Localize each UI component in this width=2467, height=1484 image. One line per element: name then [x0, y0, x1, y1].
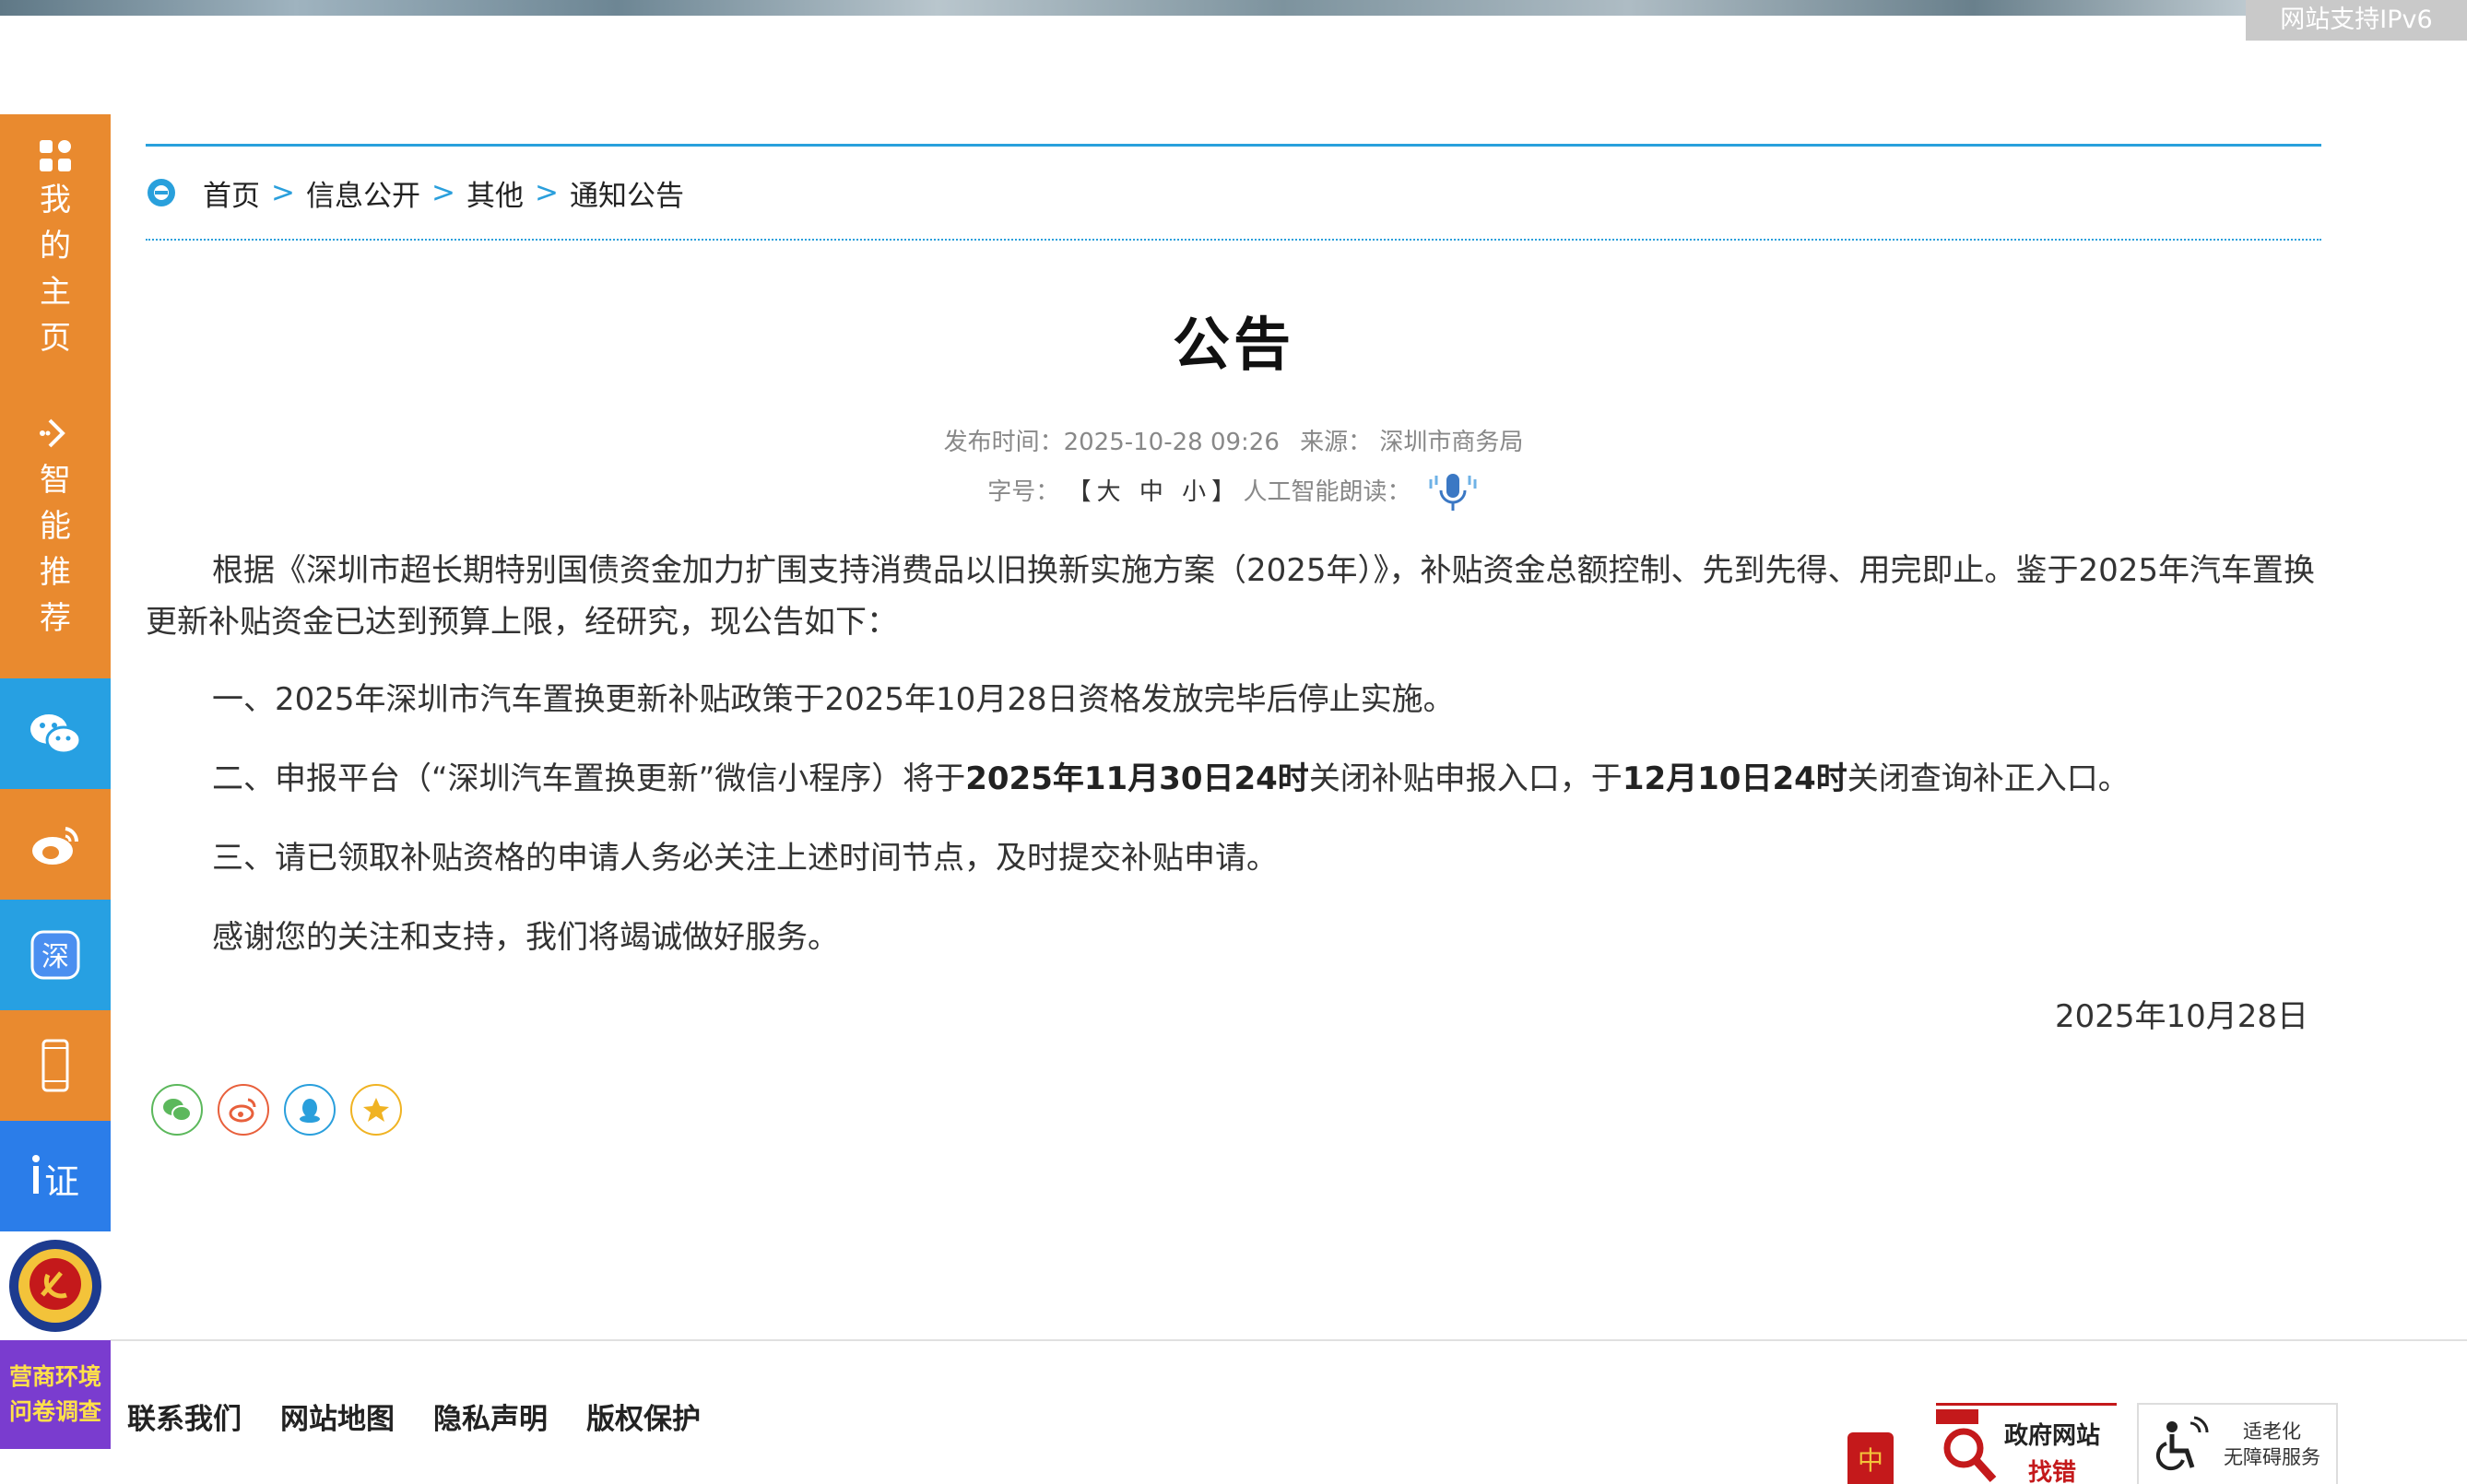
main-content: 首页 > 信息公开 > 其他 > 通知公告 公告 发布时间：2025-10-28… — [146, 144, 2321, 1136]
share-qq-button[interactable] — [284, 1084, 336, 1136]
gov-site-label: 政府网站 — [2004, 1422, 2101, 1450]
breadcrumb-info-public[interactable]: 信息公开 — [306, 172, 420, 214]
footer-link-copyright[interactable]: 版权保护 — [586, 1396, 701, 1437]
article-body: 根据《深圳市超长期特别国债资金加力扩围支持消费品以旧换新实施方案（2025年）》… — [146, 545, 2321, 963]
weibo-icon — [32, 827, 79, 865]
font-small-button[interactable]: 小 — [1182, 478, 1206, 506]
paragraph-thanks: 感谢您的关注和支持，我们将竭诚做好服务。 — [212, 919, 839, 956]
paragraph-item-1: 一、2025年深圳市汽车置换更新补贴政策于2025年10月28日资格发放完毕后停… — [212, 681, 1455, 718]
item2-deadline-query: 12月10日24时 — [1622, 760, 1847, 797]
reading-tools: 字号： 【大 中 小】 人工智能朗读： — [146, 467, 2321, 517]
elderly-accessibility-badge[interactable]: 适老化 无障碍服务 — [2137, 1403, 2338, 1484]
source-value: 深圳市商务局 — [1379, 429, 1524, 456]
gov-site-error-report-badge[interactable]: 政府网站 找错 — [1936, 1403, 2117, 1484]
footer-divider — [111, 1339, 2467, 1341]
svg-text:中: 中 — [1858, 1445, 1883, 1476]
article-title: 公告 — [1172, 311, 1294, 378]
ipv6-badge: 网站支持IPv6 — [2246, 0, 2467, 41]
footer-links: 联系我们 网站地图 隐私声明 版权保护 — [127, 1396, 739, 1437]
footer-link-contact[interactable]: 联系我们 — [127, 1396, 242, 1437]
share-favorite-button[interactable] — [350, 1084, 402, 1136]
header-banner-image — [0, 0, 2467, 16]
item2-text-a: 二、申报平台（“深圳汽车置换更新”微信小程序）将于 — [212, 760, 966, 797]
party-government-icon: 中 — [1858, 1445, 1883, 1476]
party-emblem-icon — [9, 1240, 101, 1332]
app-icon: 深 — [30, 930, 80, 980]
wechat-icon — [163, 1099, 192, 1122]
font-bracket-open: 【 — [1067, 478, 1092, 506]
wechat-sidebar-button[interactable] — [0, 678, 111, 789]
my-homepage-label: 我的主页 — [40, 182, 71, 357]
survey-line2: 问卷调查 — [8, 1398, 101, 1425]
font-bracket-close: 】 — [1211, 478, 1236, 506]
weibo-icon — [229, 1098, 256, 1123]
article-meta: 发布时间：2025-10-28 09:26 来源： 深圳市商务局 字号： 【大 … — [146, 418, 2321, 517]
elderly-accessibility-text: 适老化 无障碍服务 — [2224, 1419, 2320, 1470]
mobile-phone-icon — [41, 1039, 69, 1092]
breadcrumb-separator: > — [271, 176, 295, 209]
font-large-button[interactable]: 大 — [1097, 478, 1121, 506]
svg-text:证: 证 — [44, 1161, 79, 1202]
breadcrumb: 首页 > 信息公开 > 其他 > 通知公告 — [146, 147, 2321, 239]
accessibility-icon — [2155, 1416, 2209, 1471]
font-medium-button[interactable]: 中 — [1139, 478, 1163, 506]
qq-icon — [300, 1099, 320, 1123]
mobile-version-button[interactable] — [0, 1010, 111, 1121]
smart-recommend-label: 智能推荐 — [40, 462, 71, 637]
arrow-right-icon — [40, 418, 65, 448]
favorite-icon — [363, 1098, 389, 1122]
paragraph-item-3: 三、请已领取补贴资格的申请人务必关注上述时间节点，及时提交补贴申请。 — [212, 840, 1278, 877]
magnifier-icon — [1936, 1409, 1997, 1483]
share-bar — [151, 1084, 2321, 1136]
article-date: 2025年10月28日 — [2054, 998, 2308, 1035]
party-government-badge[interactable]: 中 — [1847, 1432, 1894, 1484]
breadcrumb-notices[interactable]: 通知公告 — [570, 172, 684, 214]
share-weibo-button[interactable] — [218, 1084, 269, 1136]
footer-link-sitemap[interactable]: 网站地图 — [280, 1396, 395, 1437]
item2-deadline-apply: 2025年11月30日24时 — [965, 760, 1309, 797]
breadcrumb-separator: > — [534, 176, 559, 209]
apps-grid-icon — [40, 140, 71, 171]
source-label: 来源： — [1300, 429, 1373, 456]
location-icon — [148, 179, 175, 206]
breadcrumb-bottom-rule — [146, 239, 2321, 241]
microphone-icon[interactable] — [1426, 472, 1480, 514]
left-float-sidebar: 我的主页 智能推荐 深 证 营商环境 问卷调查 — [0, 114, 111, 1449]
font-size-label: 字号： — [987, 478, 1060, 506]
my-homepage-button[interactable]: 我的主页 — [0, 114, 111, 391]
footer-link-privacy[interactable]: 隐私声明 — [433, 1396, 548, 1437]
publish-label: 发布时间： — [943, 429, 1064, 456]
wechat-icon — [30, 714, 82, 755]
smart-recommend-button[interactable]: 智能推荐 — [0, 391, 111, 678]
publish-time: 2025-10-28 09:26 — [1063, 429, 1280, 456]
i-shenzhen-app-button[interactable]: 深 — [0, 900, 111, 1010]
breadcrumb-home[interactable]: 首页 — [203, 172, 260, 214]
publish-info: 发布时间：2025-10-28 09:26 来源： 深圳市商务局 — [146, 418, 2321, 467]
find-error-label: 找错 — [2028, 1459, 2077, 1484]
ai-read-label: 人工智能朗读： — [1243, 478, 1411, 506]
paragraph-intro: 根据《深圳市超长期特别国债资金加力扩围支持消费品以旧换新实施方案（2025年）》… — [146, 552, 2316, 641]
i-government-button[interactable]: 证 — [0, 1121, 111, 1231]
weibo-sidebar-button[interactable] — [0, 789, 111, 900]
breadcrumb-other[interactable]: 其他 — [466, 172, 524, 214]
item2-text-c: 关闭补贴申报入口，于 — [1308, 760, 1623, 797]
party-emblem-link[interactable] — [0, 1231, 111, 1340]
paragraph-item-2: 二、申报平台（“深圳汽车置换更新”微信小程序）将于2025年11月30日24时关… — [146, 753, 2321, 805]
survey-line1: 营商环境 — [8, 1363, 101, 1390]
i-zheng-icon: 证 — [32, 1155, 79, 1202]
breadcrumb-separator: > — [431, 176, 455, 209]
business-survey-button[interactable]: 营商环境 问卷调查 — [0, 1340, 111, 1449]
item2-text-e: 关闭查询补正入口。 — [1847, 760, 2130, 797]
elderly-label: 适老化 — [2243, 1420, 2301, 1443]
svg-text:深: 深 — [41, 941, 69, 973]
share-wechat-button[interactable] — [151, 1084, 203, 1136]
accessibility-label: 无障碍服务 — [2224, 1446, 2320, 1468]
